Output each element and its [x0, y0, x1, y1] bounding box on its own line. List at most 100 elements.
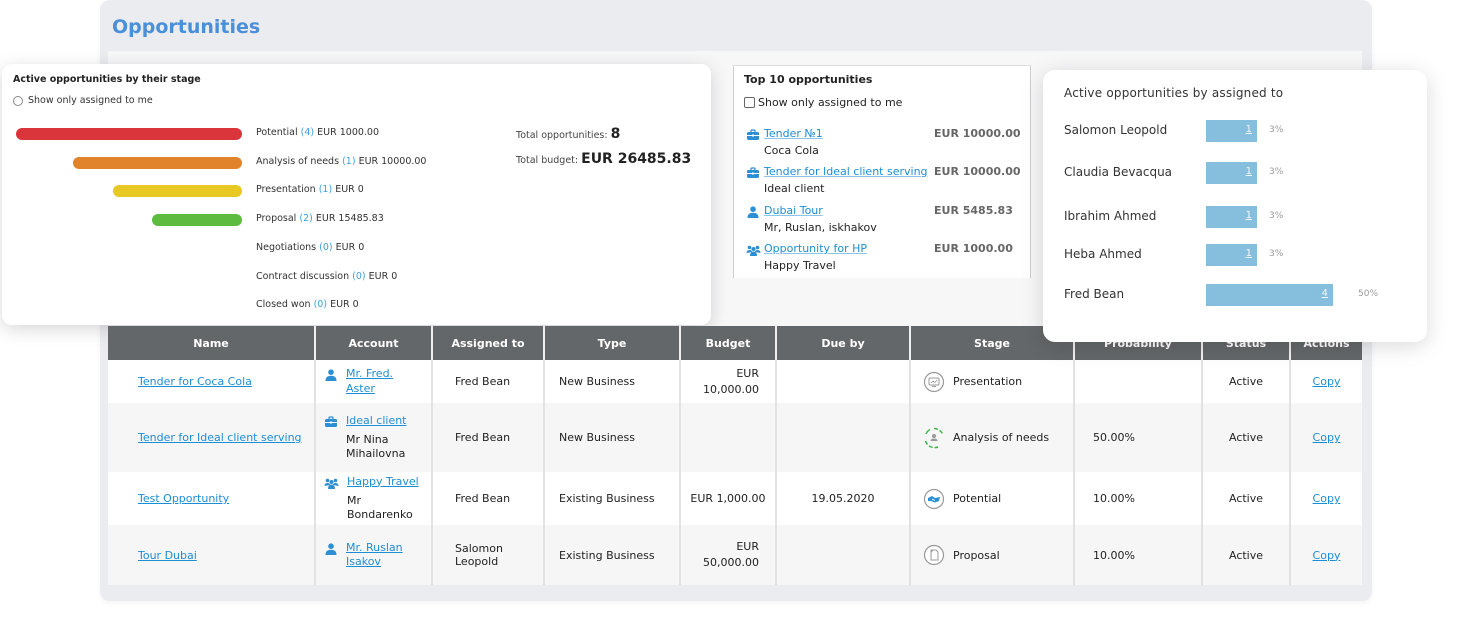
- briefcase-icon: [746, 126, 760, 140]
- account-link[interactable]: Happy Travel: [347, 475, 423, 489]
- assignee-name: Ibrahim Ahmed: [1064, 209, 1157, 223]
- column-header-account[interactable]: Account: [315, 326, 433, 360]
- account-link[interactable]: Mr. Ruslan Isakov: [346, 541, 423, 570]
- opportunity-link[interactable]: Test Opportunity: [138, 492, 229, 505]
- analysis-icon: [923, 427, 945, 449]
- stage-amount: EUR 0: [368, 270, 398, 282]
- status: Active: [1228, 548, 1264, 562]
- stage-label: Contract discussion (0) EUR 0: [256, 271, 397, 282]
- assigned-bar: 1: [1206, 120, 1257, 142]
- assigned-count-link[interactable]: 4: [1322, 288, 1328, 299]
- assigned-widget: Active opportunities by assigned to Salo…: [1043, 70, 1427, 342]
- account-lines: Happy Travel Mr Bondarenko: [347, 475, 423, 523]
- stage-amount: EUR 0: [335, 241, 365, 253]
- top10-item-link[interactable]: Tender №1: [764, 127, 823, 140]
- assigned-checkbox[interactable]: [744, 97, 755, 108]
- column-header-due-by[interactable]: Due by: [776, 326, 911, 360]
- account-link[interactable]: Ideal client: [346, 414, 423, 428]
- assigned-count-link[interactable]: 1: [1246, 124, 1252, 135]
- stage-bar-presentation: [113, 185, 242, 198]
- account-cell: Happy Travel Mr Bondarenko: [324, 475, 423, 523]
- total-opportunities: Total opportunities: 8: [516, 126, 620, 142]
- copy-link[interactable]: Copy: [1313, 431, 1341, 444]
- stage-count[interactable]: (1): [319, 184, 332, 195]
- opportunity-link[interactable]: Tender for Ideal client serving: [138, 431, 302, 444]
- stage-label: Presentation (1) EUR 0: [256, 184, 364, 195]
- assigned-row: Ibrahim Ahmed 1 3%: [1064, 206, 1414, 230]
- column-header-name[interactable]: Name: [108, 326, 316, 360]
- stage-count[interactable]: (0): [319, 242, 332, 253]
- assignee-name: Salomon Leopold: [1064, 123, 1168, 137]
- total-budget: Total budget: EUR 26485.83: [516, 151, 691, 167]
- stage-count[interactable]: (2): [299, 213, 312, 224]
- copy-link[interactable]: Copy: [1313, 492, 1341, 505]
- cell-name: Tender for Coca Cola: [108, 360, 316, 403]
- stage-amount: EUR 0: [330, 299, 359, 311]
- top10-item-link[interactable]: Dubai Tour: [764, 204, 823, 217]
- probability: 50.00%: [1093, 431, 1135, 444]
- stage-filter-label: Show only assigned to me: [28, 95, 153, 106]
- opportunity-link[interactable]: Tender for Coca Cola: [138, 375, 252, 388]
- stage-name: Potential: [256, 127, 298, 138]
- assignee-name: Claudia Bevacqua: [1064, 165, 1173, 179]
- stage-name: Negotiations: [256, 241, 317, 253]
- assigned-radio[interactable]: [13, 95, 23, 106]
- stage-count[interactable]: (0): [314, 299, 327, 310]
- status: Active: [1228, 375, 1264, 388]
- column-header-budget[interactable]: Budget: [680, 326, 777, 360]
- assigned-percent: 50%: [1358, 289, 1379, 299]
- total-budget-value: EUR 26485.83: [581, 151, 692, 167]
- assigned-count-link[interactable]: 1: [1246, 248, 1252, 259]
- top10-title: Top 10 opportunities: [744, 73, 873, 86]
- stage-assigned-filter[interactable]: Show only assigned to me: [13, 95, 153, 106]
- assigned-widget-title: Active opportunities by assigned to: [1064, 86, 1284, 100]
- stage-name: Presentation: [256, 184, 316, 196]
- cell-budget: [680, 403, 777, 472]
- page-title: Opportunities: [112, 16, 261, 38]
- status: Active: [1228, 431, 1264, 444]
- cell-actions: Copy: [1290, 360, 1362, 403]
- total-opportunities-label: Total opportunities:: [516, 130, 608, 141]
- person-icon: [324, 543, 338, 558]
- handshake-icon: [923, 488, 945, 510]
- stage-cell: Analysis of needs: [919, 427, 1065, 449]
- column-header-type[interactable]: Type: [544, 326, 681, 360]
- top10-item-link[interactable]: Tender for Ideal client serving: [764, 165, 928, 178]
- stage-name: Presentation: [953, 375, 1023, 388]
- budget-line2: 10,000.00: [703, 382, 759, 396]
- stage-label: Closed won (0) EUR 0: [256, 299, 359, 310]
- opportunities-table: Name Account Assigned to Type Budget Due by St…: [108, 326, 1362, 585]
- column-header-assigned-to[interactable]: Assigned to: [432, 326, 545, 360]
- stage-count[interactable]: (4): [301, 127, 314, 138]
- assigned-row: Fred Bean 4 50%: [1064, 284, 1414, 308]
- cell-stage: Potential: [910, 472, 1075, 525]
- stage-count[interactable]: (1): [342, 156, 355, 167]
- assigned-row: Claudia Bevacqua 1 3%: [1064, 162, 1414, 186]
- copy-link[interactable]: Copy: [1313, 375, 1341, 388]
- status: Active: [1228, 492, 1264, 505]
- cell-assigned-to: Fred Bean: [432, 360, 545, 403]
- assigned-to: Fred Bean: [455, 375, 511, 388]
- assigned-to: Fred Bean: [455, 492, 511, 505]
- assigned-count-link[interactable]: 1: [1246, 210, 1252, 221]
- top10-item-amount: EUR 5485.83: [934, 204, 1013, 217]
- stage-amount: EUR 0: [335, 184, 364, 196]
- document-icon: [923, 544, 945, 566]
- copy-link[interactable]: Copy: [1313, 549, 1341, 562]
- assigned-percent: 3%: [1269, 125, 1284, 135]
- opportunity-link[interactable]: Tour Dubai: [138, 549, 197, 562]
- top10-item-account: Coca Cola: [764, 144, 819, 157]
- cell-assigned-to: Fred Bean: [432, 472, 545, 525]
- presentation-icon: [923, 371, 945, 393]
- opportunity-type: New Business: [559, 375, 635, 388]
- assigned-count-link[interactable]: 1: [1246, 166, 1252, 177]
- stage-count[interactable]: (0): [352, 271, 365, 282]
- account-link[interactable]: Mr. Fred. Aster: [346, 367, 423, 396]
- cell-actions: Copy: [1290, 525, 1362, 585]
- account-lines: Ideal client Mr Nina Mihailovna: [346, 414, 423, 462]
- top10-item: Tender for Ideal client serving Ideal cli…: [746, 164, 1026, 202]
- top10-assigned-filter[interactable]: Show only assigned to me: [744, 96, 902, 109]
- top10-item-account: Happy Travel: [764, 259, 836, 272]
- budget-line2: 50,000.00: [703, 556, 759, 569]
- top10-item-link[interactable]: Opportunity for HP: [764, 242, 867, 255]
